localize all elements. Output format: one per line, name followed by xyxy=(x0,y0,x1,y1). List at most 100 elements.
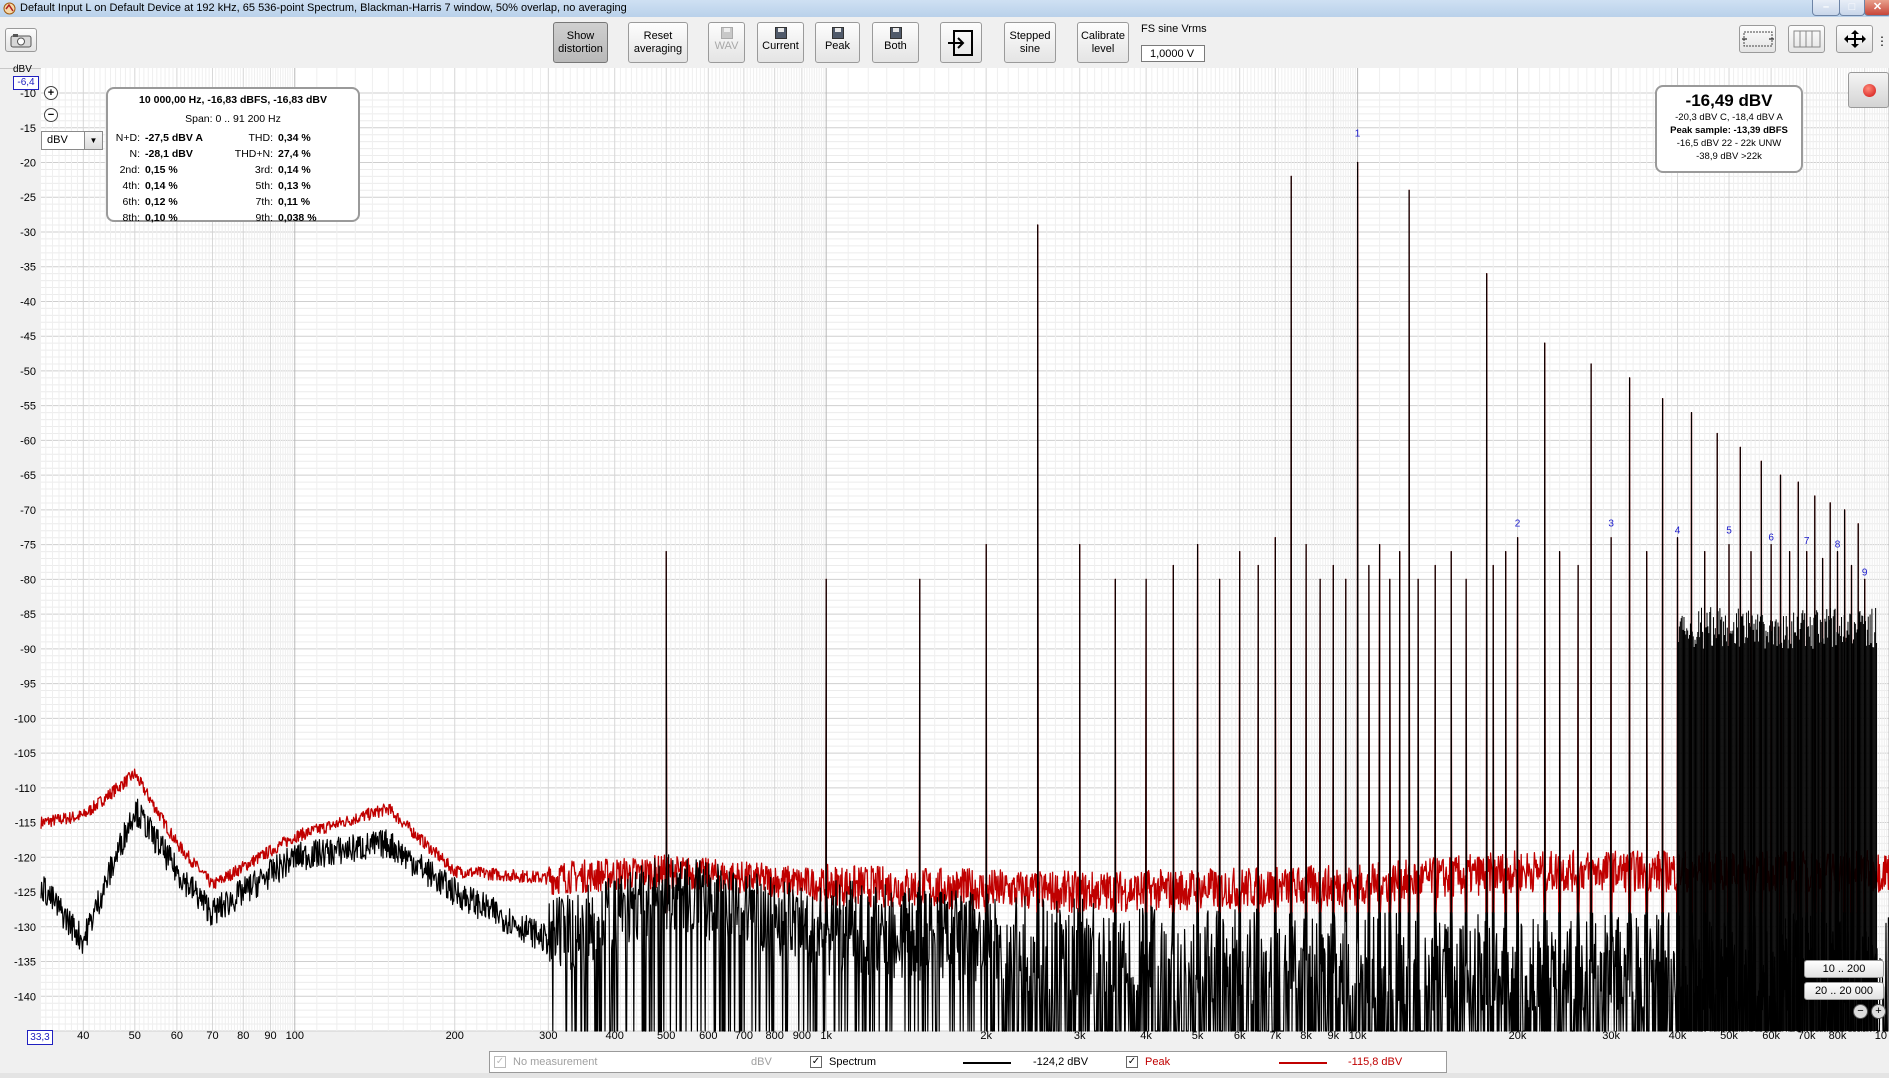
record-icon xyxy=(1863,84,1876,97)
zoom-in-icon[interactable]: + xyxy=(44,86,58,100)
range-10-200-button[interactable]: 10 .. 200 xyxy=(1804,960,1884,978)
view-layout-button[interactable] xyxy=(1739,25,1776,53)
distortion-label: 2nd: xyxy=(119,164,140,176)
x-tick-label: 3k xyxy=(1074,1030,1086,1042)
calibrate-level-label-1: Calibrate xyxy=(1080,30,1126,42)
save-peak-label: Peak xyxy=(824,40,851,52)
y-top-value-box[interactable]: -6,4 xyxy=(13,76,39,90)
spectrum-checkbox[interactable]: ✓ xyxy=(810,1056,822,1068)
no-measurement-checkbox[interactable]: ✓ xyxy=(494,1056,506,1068)
stepped-sine-button[interactable]: Stepped sine xyxy=(1004,22,1056,63)
spectrum-value: -124,2 dBV xyxy=(1033,1056,1089,1068)
x-tick-label: 70k xyxy=(1798,1030,1816,1042)
title-bar: Default Input L on Default Device at 192… xyxy=(0,0,1889,18)
floppy-icon xyxy=(720,27,733,39)
distortion-label: 7th: xyxy=(255,196,273,208)
settings-icon[interactable]: ⋮ xyxy=(1876,34,1888,48)
y-tick-label: -80 xyxy=(20,574,36,586)
floppy-icon xyxy=(831,27,844,39)
level-line-4: -38,9 dBV >22k xyxy=(1696,151,1762,162)
x-tick-label: 200 xyxy=(446,1030,464,1042)
harmonic-marker: 9 xyxy=(1862,567,1868,578)
distortion-label: 8th: xyxy=(122,212,140,224)
show-distortion-button[interactable]: Show distortion xyxy=(553,22,608,63)
y-tick-label: -25 xyxy=(20,192,36,204)
pan-button[interactable] xyxy=(1836,25,1873,53)
zoom-out-icon[interactable]: − xyxy=(44,108,58,122)
level-main: -16,49 dBV xyxy=(1685,91,1773,110)
x-tick-label: 80k xyxy=(1829,1030,1847,1042)
import-icon xyxy=(948,30,973,56)
save-wav-button[interactable]: WAV xyxy=(708,22,745,63)
x-tick-label: 90 xyxy=(264,1030,276,1042)
x-tick-label: 6k xyxy=(1234,1030,1246,1042)
y-tick-label: -55 xyxy=(20,401,36,413)
camera-icon xyxy=(10,34,32,48)
x-tick-label: 50k xyxy=(1720,1030,1738,1042)
zoom-out-x-icon[interactable]: − xyxy=(1853,1004,1868,1019)
move-arrows-icon xyxy=(1843,30,1866,48)
x-left-value-box[interactable]: 33,3 xyxy=(27,1030,53,1045)
harmonic-marker: 7 xyxy=(1804,536,1810,547)
y-tick-label: -60 xyxy=(20,435,36,447)
calibrate-level-button[interactable]: Calibrate level xyxy=(1077,22,1129,63)
range-20-20000-button[interactable]: 20 .. 20 000 xyxy=(1804,982,1884,1000)
y-tick-label: -130 xyxy=(14,922,36,934)
reset-averaging-label-1: Reset xyxy=(643,30,673,42)
unit-select[interactable]: dBV ▼ xyxy=(41,131,103,150)
x-tick-label: 50 xyxy=(129,1030,141,1042)
peak-checkbox[interactable]: ✓ xyxy=(1126,1056,1138,1068)
chevron-down-icon: ▼ xyxy=(84,132,102,149)
save-both-button[interactable]: Both xyxy=(872,22,919,63)
distortion-value: 0,14 % xyxy=(278,164,311,176)
x-tick-label: 2k xyxy=(980,1030,992,1042)
save-current-button[interactable]: Current xyxy=(757,22,804,63)
reset-averaging-button[interactable]: Reset averaging xyxy=(628,22,688,63)
level-line-2: Peak sample: -13,39 dBFS xyxy=(1670,125,1788,136)
spectrum-plot[interactable]: -10 -15 -20 -25 -30 -35 -40 -45 -50 -55 -60 -65 -70-… xyxy=(0,64,1889,1045)
distortion-span: Span: 0 .. 91 200 Hz xyxy=(185,113,281,125)
distortion-value: -27,5 dBV A xyxy=(145,132,203,144)
show-distortion-label-2: distortion xyxy=(558,43,603,55)
floppy-icon xyxy=(774,27,787,39)
y-unit-label: dBV xyxy=(13,64,32,75)
x-tick-label: 800 xyxy=(766,1030,784,1042)
y-tick-label: -35 xyxy=(20,262,36,274)
distortion-value: 0,14 % xyxy=(145,180,178,192)
columns-button[interactable] xyxy=(1788,25,1825,53)
x-tick-label: 20k xyxy=(1509,1030,1527,1042)
import-button[interactable] xyxy=(940,22,982,63)
distortion-value: 0,11 % xyxy=(278,196,311,208)
camera-button[interactable] xyxy=(5,28,37,52)
minimize-icon: – xyxy=(1822,1,1830,13)
minimize-button[interactable]: – xyxy=(1812,0,1840,16)
distortion-header: 10 000,00 Hz, -16,83 dBFS, -16,83 dBV xyxy=(139,94,327,106)
distortion-value: 0,13 % xyxy=(278,180,311,192)
fs-sine-input[interactable]: 1,0000 V xyxy=(1141,45,1205,62)
save-current-label: Current xyxy=(762,40,799,52)
x-tick-label: 30k xyxy=(1602,1030,1620,1042)
unit-select-value: dBV xyxy=(47,134,68,146)
level-panel: -16,49 dBV -20,3 dBV C, -18,4 dBV A Peak… xyxy=(1655,85,1803,173)
distortion-label: 9th: xyxy=(255,212,273,224)
panel-layout-icon xyxy=(1741,31,1774,47)
x-tick-label: 4k xyxy=(1140,1030,1152,1042)
distortion-panel: 10 000,00 Hz, -16,83 dBFS, -16,83 dBV Sp… xyxy=(106,87,360,224)
record-button[interactable] xyxy=(1848,72,1889,108)
x-tick-label: 600 xyxy=(699,1030,717,1042)
y-tick-label: -40 xyxy=(20,296,36,308)
distortion-label: 6th: xyxy=(122,196,140,208)
x-tick-label: 700 xyxy=(735,1030,753,1042)
y-tick-label: -135 xyxy=(14,957,36,969)
maximize-button[interactable]: □ xyxy=(1839,0,1865,16)
x-tick-label: 7k xyxy=(1269,1030,1281,1042)
save-wav-label: WAV xyxy=(714,40,739,52)
y-tick-label: -65 xyxy=(20,470,36,482)
save-peak-button[interactable]: Peak xyxy=(815,22,860,63)
x-tick-label: 100 xyxy=(286,1030,304,1042)
distortion-label: 5th: xyxy=(255,180,273,192)
distortion-value: 0,15 % xyxy=(145,164,178,176)
close-button[interactable]: ✕ xyxy=(1864,0,1889,16)
zoom-in-x-icon[interactable]: + xyxy=(1871,1004,1886,1019)
x-tick-label: 9k xyxy=(1327,1030,1339,1042)
